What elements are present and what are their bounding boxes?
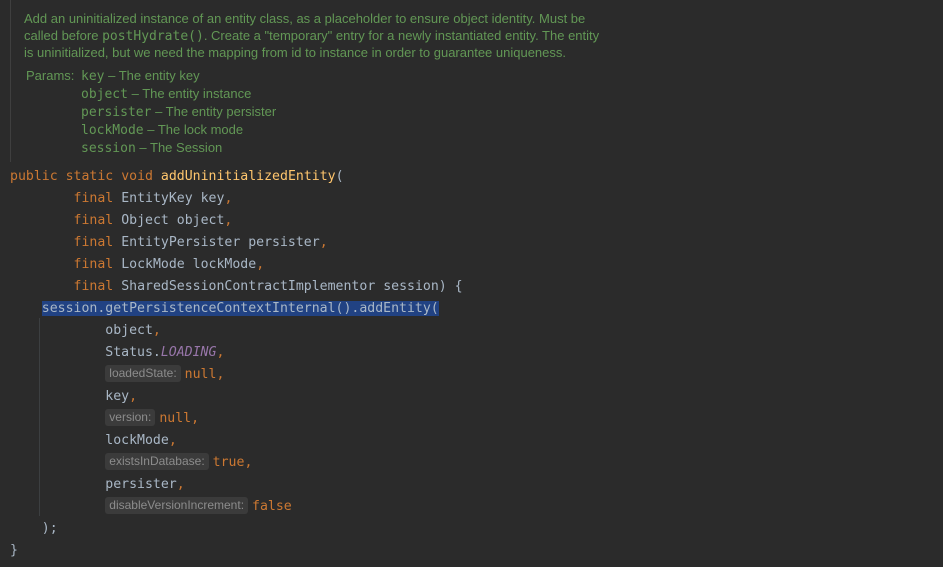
arg-punct: ) { [438, 279, 463, 294]
doc-line-2: called before postHydrate(). Create a "t… [24, 28, 644, 46]
literal-true: true [212, 455, 245, 470]
arg-punct: , [319, 235, 328, 250]
code-line-arg-session[interactable]: final SharedSessionContractImplementor s… [10, 276, 943, 298]
comma: , [244, 455, 253, 470]
keyword-final: final [73, 213, 114, 228]
param-desc: – The entity key [104, 68, 200, 83]
arg-type: EntityKey [121, 191, 193, 206]
keyword-static: static [65, 169, 114, 184]
code-line-close-call[interactable]: ); [10, 518, 943, 540]
code-line-disable[interactable]: disableVersionIncrement: false [10, 496, 943, 518]
doc-code-ref[interactable]: postHydrate() [102, 29, 204, 44]
arg-punct: , [224, 213, 233, 228]
literal-null: null [159, 411, 192, 426]
doc-line-3: is uninitialized, but we need the mappin… [24, 45, 567, 61]
doc-line-2-suffix: . Create a "temporary" entry for a newly… [203, 27, 600, 43]
keyword-final: final [73, 235, 114, 250]
code-line-key[interactable]: key, [10, 386, 943, 408]
arg-name: object [176, 213, 225, 228]
code-line-close-brace[interactable]: } [10, 540, 943, 562]
keyword-public: public [10, 169, 58, 184]
arg-name: key [200, 191, 225, 206]
comma: , [152, 323, 161, 338]
param-name: object [81, 87, 128, 102]
call-arg-object: object [105, 323, 153, 338]
code-line-arg-persister[interactable]: final EntityPersister persister, [10, 232, 943, 254]
code-line-arg-key[interactable]: final EntityKey key, [10, 188, 943, 210]
arg-name: persister [248, 235, 320, 250]
doc-description: Add an uninitialized instance of an enti… [24, 11, 644, 62]
arg-name: session [383, 279, 439, 294]
comma: , [129, 389, 138, 404]
code-line-persister[interactable]: persister, [10, 474, 943, 496]
param-name: key [81, 69, 105, 84]
arg-punct: , [224, 191, 233, 206]
call-arg-key: key [105, 389, 130, 404]
param-desc: – The Session [135, 140, 223, 155]
param-key: key – The entity key [81, 67, 276, 85]
code-line-loaded-state[interactable]: loadedState: null, [10, 364, 943, 386]
arg-type: Object [121, 213, 169, 228]
javadoc-popup: Add an uninitialized instance of an enti… [10, 0, 943, 162]
code-editor[interactable]: public static void addUninitializedEntit… [10, 166, 943, 562]
param-name: persister [81, 105, 152, 120]
literal-null: null [184, 367, 217, 382]
comma: , [216, 345, 225, 360]
arg-type: LockMode [121, 257, 185, 272]
params-label: Params: [26, 68, 75, 83]
inlay-hint-loaded-state: loadedState: [105, 365, 181, 382]
code-line-object[interactable]: object, [10, 320, 943, 342]
selected-call[interactable]: session.getPersistenceContextInternal().… [41, 301, 439, 316]
code-line-status[interactable]: Status.LOADING, [10, 342, 943, 364]
keyword-final: final [73, 279, 114, 294]
param-persister: persister – The entity persister [81, 103, 276, 121]
literal-false: false [252, 499, 292, 514]
arg-type: SharedSessionContractImplementor [121, 279, 376, 294]
arg-punct: , [256, 257, 265, 272]
inlay-hint-exists-in-database: existsInDatabase: [105, 453, 209, 470]
inlay-hint-disable-version-increment: disableVersionIncrement: [105, 497, 249, 514]
code-line-arg-object[interactable]: final Object object, [10, 210, 943, 232]
call-arg-lockmode: lockMode [105, 433, 169, 448]
param-object: object – The entity instance [81, 85, 276, 103]
code-line-call[interactable]: session.getPersistenceContextInternal().… [10, 298, 943, 320]
param-desc: – The entity instance [127, 86, 252, 101]
keyword-final: final [73, 191, 114, 206]
open-paren: ( [335, 169, 344, 184]
param-name: lockMode [81, 123, 144, 138]
param-desc: – The entity persister [151, 104, 277, 119]
code-line-lockmode[interactable]: lockMode, [10, 430, 943, 452]
code-line-signature[interactable]: public static void addUninitializedEntit… [10, 166, 943, 188]
comma: , [216, 367, 225, 382]
call-arg-persister: persister [105, 477, 177, 492]
close-call: ); [41, 521, 58, 536]
param-session: session – The Session [81, 139, 276, 157]
param-name: session [81, 141, 136, 156]
code-line-exists[interactable]: existsInDatabase: true, [10, 452, 943, 474]
code-line-arg-lockmode[interactable]: final LockMode lockMode, [10, 254, 943, 276]
comma: , [176, 477, 185, 492]
method-name: addUninitializedEntity [160, 169, 336, 184]
comma: , [168, 433, 177, 448]
doc-line-2-prefix: called before [24, 27, 103, 43]
keyword-final: final [73, 257, 114, 272]
status-class: Status. [105, 345, 161, 360]
param-desc: – The lock mode [143, 122, 244, 137]
comma: , [191, 411, 200, 426]
arg-type: EntityPersister [121, 235, 241, 250]
inlay-hint-version: version: [105, 409, 156, 426]
code-line-version[interactable]: version: null, [10, 408, 943, 430]
arg-name: lockMode [192, 257, 257, 272]
params-list: key – The entity key object – The entity… [81, 67, 276, 157]
status-loading: LOADING [160, 345, 217, 360]
doc-line-1: Add an uninitialized instance of an enti… [24, 11, 586, 26]
close-brace: } [10, 543, 18, 558]
param-lockmode: lockMode – The lock mode [81, 121, 276, 139]
keyword-void: void [121, 169, 153, 184]
